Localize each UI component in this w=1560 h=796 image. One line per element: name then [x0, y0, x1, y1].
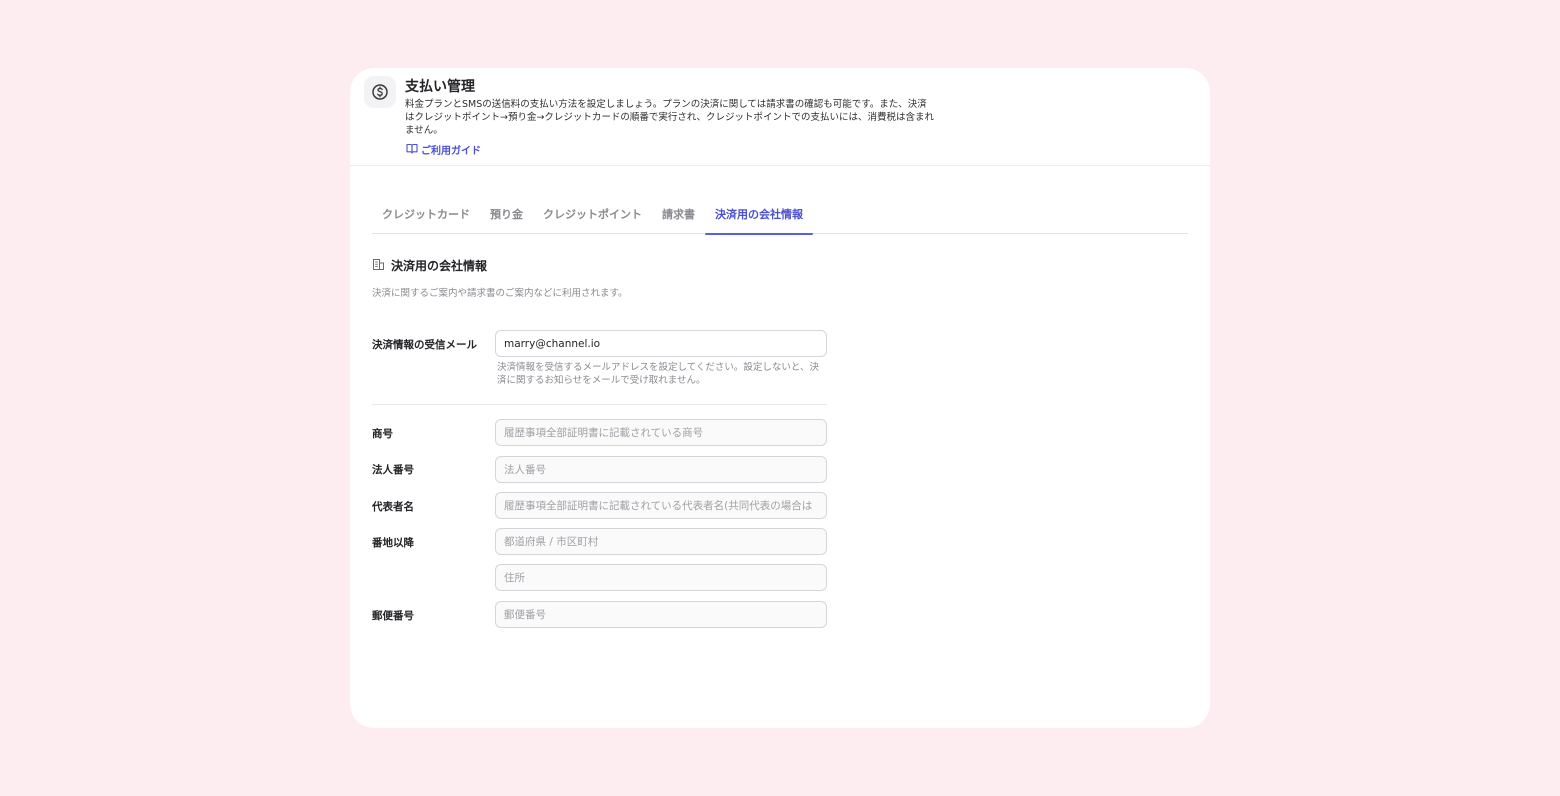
city-input[interactable]: [495, 528, 827, 555]
building-icon: [372, 258, 385, 274]
tab-bar: クレジットカード 預り金 クレジットポイント 請求書 決済用の会社情報: [372, 202, 1188, 235]
company-name-label: 商号: [372, 428, 393, 440]
page-description: 料金プランとSMSの送信料の支払い方法を設定しましょう。プランの決済に関しては請…: [405, 99, 935, 136]
page-title: 支払い管理: [405, 79, 475, 95]
company-name-input[interactable]: [495, 419, 827, 446]
form-divider: [372, 404, 827, 405]
dollar-circle-icon: [364, 76, 396, 108]
book-icon: [406, 143, 418, 157]
corporate-number-input[interactable]: [495, 456, 827, 483]
section-title: 決済用の会社情報: [372, 257, 487, 274]
tab-company-info[interactable]: 決済用の会社情報: [705, 202, 813, 235]
tab-credit-point[interactable]: クレジットポイント: [533, 202, 652, 234]
page-header: 支払い管理 料金プランとSMSの送信料の支払い方法を設定しましょう。プランの決済…: [350, 68, 1210, 166]
address-label: 番地以降: [372, 537, 414, 549]
section-description: 決済に関するご案内や請求書のご案内などに利用されます。: [372, 288, 628, 299]
guide-link[interactable]: ご利用ガイド: [406, 142, 481, 157]
representative-label: 代表者名: [372, 501, 414, 513]
section-title-label: 決済用の会社情報: [391, 259, 488, 273]
payment-management-card: 支払い管理 料金プランとSMSの送信料の支払い方法を設定しましょう。プランの決済…: [350, 68, 1210, 728]
postal-code-input[interactable]: [495, 601, 827, 628]
street-input[interactable]: [495, 564, 827, 591]
tab-credit-card[interactable]: クレジットカード: [372, 202, 480, 234]
guide-link-label: ご利用ガイド: [421, 146, 481, 157]
email-input[interactable]: [495, 330, 827, 357]
tab-deposit[interactable]: 預り金: [480, 202, 533, 234]
corporate-number-label: 法人番号: [372, 464, 414, 476]
email-label: 決済情報の受信メール: [372, 339, 477, 351]
representative-input[interactable]: [495, 492, 827, 519]
tab-invoice[interactable]: 請求書: [652, 202, 705, 234]
postal-code-label: 郵便番号: [372, 610, 414, 622]
email-hint: 決済情報を受信するメールアドレスを設定してください。設定しないと、決済に関するお…: [497, 362, 820, 386]
